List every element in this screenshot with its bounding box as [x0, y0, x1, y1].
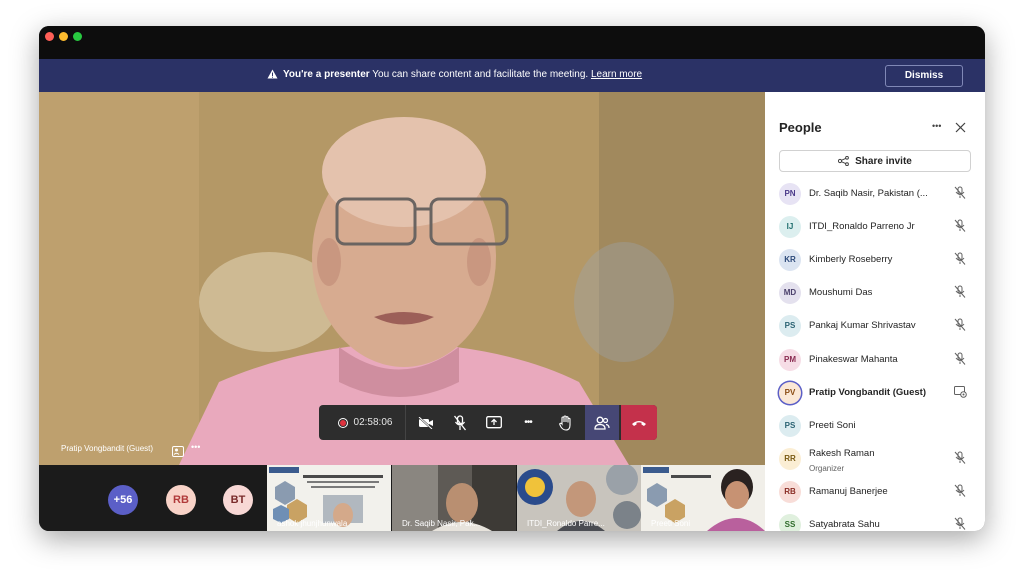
overflow-participants-button[interactable]: +56 — [108, 485, 138, 515]
share-screen-button[interactable] — [477, 405, 511, 440]
record-icon — [337, 417, 348, 428]
avatar[interactable]: BT — [223, 485, 253, 515]
avatar: IJ — [779, 216, 801, 239]
people-icon — [594, 416, 610, 430]
avatar: MD — [779, 282, 801, 305]
participant-name: Pinakeswar Mahanta — [809, 353, 898, 365]
participant-name: Moushumi Das — [809, 287, 873, 299]
minimize-window-button[interactable] — [59, 32, 68, 41]
close-icon[interactable] — [955, 120, 966, 138]
share-icon — [838, 156, 850, 166]
mic-off-icon — [454, 414, 466, 430]
people-button[interactable] — [585, 405, 619, 440]
zoom-window-button[interactable] — [73, 32, 82, 41]
mic-off-icon — [954, 484, 968, 498]
participant-name: Rakesh Raman — [809, 447, 875, 459]
people-list-item[interactable]: PM Pinakeswar Mahanta — [779, 347, 971, 373]
tile-name: ITDI_Ronaldo Parre... — [527, 519, 605, 528]
avatar: PN — [779, 183, 801, 205]
main-video-stage: Pratip Vongbandit (Guest) ••• 02:58:06 •… — [39, 92, 765, 465]
share-invite-label: Share invite — [855, 155, 912, 167]
learn-more-link[interactable]: Learn more — [591, 69, 642, 80]
mic-muted-button[interactable] — [443, 405, 477, 440]
avatar: PS — [779, 315, 801, 338]
participant-name: Preeti Soni — [809, 419, 856, 431]
more-actions-button[interactable]: ••• — [511, 405, 545, 440]
participant-name: ITDI_Ronaldo Parreno Jr — [809, 221, 915, 233]
speaker-name-label: Pratip Vongbandit (Guest) — [61, 444, 154, 453]
people-list-item[interactable]: SS Satyabrata Sahu — [779, 512, 971, 531]
mic-off-icon — [954, 517, 968, 531]
title-bar — [39, 26, 985, 59]
avatar: RB — [779, 480, 801, 503]
hand-icon — [559, 414, 571, 431]
warning-icon — [267, 69, 278, 82]
raise-hand-button[interactable] — [549, 405, 583, 440]
panel-more-icon[interactable]: ••• — [932, 121, 941, 131]
avatar: PS — [779, 414, 801, 437]
people-list-item[interactable]: PS Preeti Soni — [779, 413, 971, 439]
dismiss-button[interactable]: Dismiss — [885, 65, 963, 87]
contact-card-icon[interactable] — [172, 444, 184, 462]
tile-name: Preeti Soni — [651, 519, 691, 528]
people-panel: People ••• Share invite PN Dr. Saqib Nasi… — [765, 92, 985, 531]
tile-more-icon[interactable]: ••• — [191, 442, 200, 452]
people-list-item[interactable]: KR Kimberly Roseberry — [779, 247, 971, 273]
presenting-icon — [954, 385, 968, 399]
close-window-button[interactable] — [45, 32, 54, 41]
participant-strip: +56 RB BT ashok jhunjhunwala Dr. Saqib N… — [39, 465, 765, 531]
recording-indicator: 02:58:06 — [325, 405, 405, 440]
participant-name: Pankaj Kumar Shrivastav — [809, 320, 916, 332]
people-list-item[interactable]: PV Pratip Vongbandit (Guest) — [779, 380, 971, 406]
avatar: PV — [779, 381, 801, 404]
mic-off-icon — [954, 186, 968, 200]
camera-off-button[interactable] — [409, 405, 443, 440]
avatar: SS — [779, 514, 801, 531]
banner-body: You can share content and facilitate the… — [372, 69, 589, 80]
people-list-item[interactable]: RB Ramanuj Banerjee — [779, 479, 971, 505]
people-list-item[interactable]: IJ ITDI_Ronaldo Parreno Jr — [779, 214, 971, 240]
participant-video-tile[interactable]: Dr. Saqib Nasir, Pak... — [392, 465, 516, 531]
participant-name: Pratip Vongbandit (Guest) — [809, 386, 926, 398]
people-list-item[interactable]: PS Pankaj Kumar Shrivastav — [779, 313, 971, 339]
camera-off-icon — [418, 416, 433, 429]
share-invite-button[interactable]: Share invite — [779, 150, 971, 172]
mic-off-icon — [954, 252, 968, 266]
people-list-item[interactable]: RR Rakesh Raman Organizer — [779, 446, 971, 473]
leave-call-button[interactable] — [621, 405, 657, 440]
presenter-banner: You're a presenter You can share content… — [39, 59, 985, 92]
mic-off-icon — [954, 318, 968, 332]
mic-off-icon — [954, 219, 968, 233]
panel-title: People — [779, 120, 822, 135]
banner-title: You're a presenter — [283, 69, 370, 80]
participant-video-tile[interactable]: Preeti Soni — [641, 465, 765, 531]
participant-role: Organizer — [809, 463, 845, 473]
participant-video-tile[interactable]: ashok jhunjhunwala — [267, 465, 391, 531]
participant-video-tile[interactable]: ITDI_Ronaldo Parre... — [517, 465, 641, 531]
avatar: RR — [779, 447, 801, 470]
mic-off-icon — [954, 285, 968, 299]
avatar[interactable]: RB — [166, 485, 196, 515]
teams-window: You're a presenter You can share content… — [39, 26, 985, 531]
participant-name: Kimberly Roseberry — [809, 254, 893, 266]
participant-name: Ramanuj Banerjee — [809, 485, 888, 497]
tile-name: ashok jhunjhunwala — [277, 519, 348, 528]
avatar: PM — [779, 348, 801, 371]
participant-name: Dr. Saqib Nasir, Pakistan (... — [809, 188, 928, 199]
people-list-item[interactable]: MD Moushumi Das — [779, 280, 971, 306]
people-list-item[interactable]: PN Dr. Saqib Nasir, Pakistan (... — [779, 181, 971, 207]
share-screen-icon — [486, 416, 502, 429]
participant-name: Satyabrata Sahu — [809, 519, 880, 530]
meeting-timer: 02:58:06 — [353, 417, 393, 428]
hang-up-icon — [632, 420, 646, 426]
avatar: KR — [779, 249, 801, 272]
tile-name: Dr. Saqib Nasir, Pak... — [402, 519, 481, 528]
mic-off-icon — [954, 451, 968, 465]
banner-message: You're a presenter You can share content… — [267, 69, 642, 82]
meeting-controls: 02:58:06 ••• — [319, 405, 657, 440]
mic-off-icon — [954, 352, 968, 366]
